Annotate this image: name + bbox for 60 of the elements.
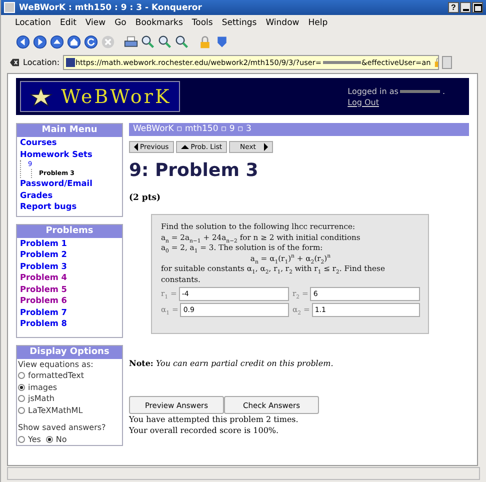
points-text: (2 pts) xyxy=(129,193,162,203)
menu-item[interactable]: Go xyxy=(114,18,126,28)
problem-link[interactable]: Problem 3 xyxy=(17,260,122,272)
zoom-out-icon[interactable] xyxy=(175,35,189,49)
menu-link[interactable]: Grades xyxy=(17,190,122,201)
problem-link[interactable]: Problem 2 xyxy=(17,249,122,260)
problem-link[interactable]: Problem 1 xyxy=(17,238,122,249)
menu-link[interactable]: Report bugs xyxy=(17,201,122,212)
period: . xyxy=(442,86,445,96)
logout-link[interactable]: Log Out xyxy=(348,98,445,106)
problem-link[interactable]: Problem 5 xyxy=(17,284,122,295)
logged-in-text: Logged in as xyxy=(348,86,398,96)
help-button[interactable]: ? xyxy=(448,2,459,13)
attempt-text: Your overall recorded score is 100%. xyxy=(129,425,280,436)
logo[interactable]: WeBWorK xyxy=(20,81,180,112)
home-icon[interactable] xyxy=(67,35,81,49)
zoom-in-icon[interactable] xyxy=(158,35,172,49)
radio-option[interactable]: formattedText xyxy=(17,370,122,382)
clear-icon[interactable] xyxy=(9,58,20,66)
reload-icon[interactable] xyxy=(84,35,98,49)
note-text: Note: You can earn partial credit on this problem. xyxy=(129,358,334,368)
breadcrumb-bar: WeBWorK ▫ mth150 ▫ 9 ▫ 3 xyxy=(129,123,469,136)
menu-item[interactable]: Bookmarks xyxy=(135,18,183,28)
problem-link[interactable]: Problem 7 xyxy=(17,306,122,318)
logo-text: WeBWorK xyxy=(61,86,172,108)
window-title: WeBWorK : mth150 : 9 : 3 - Konqueror xyxy=(19,2,203,12)
bookmark-icon[interactable] xyxy=(215,35,229,49)
radio-option[interactable]: images xyxy=(17,382,122,393)
zoom-icon[interactable] xyxy=(141,35,155,49)
radio-option[interactable]: LaTeXMathML xyxy=(17,404,122,416)
star-icon xyxy=(29,86,53,108)
panel-title: Main Menu xyxy=(17,124,122,137)
option-label: View equations as: xyxy=(17,358,94,370)
radio-option[interactable]: jsMath xyxy=(17,393,122,404)
panel-title: Problems xyxy=(17,224,122,238)
menu-item[interactable]: Window xyxy=(266,18,300,28)
attempt-text: You have attempted this problem 2 times. xyxy=(129,414,300,425)
problem-link[interactable]: Problem 4 xyxy=(17,272,122,284)
menu-item[interactable]: View xyxy=(85,18,106,28)
menu-item[interactable]: Location xyxy=(15,18,51,28)
menu-item[interactable]: Edit xyxy=(60,18,76,28)
problem-title: 9: Problem 3 xyxy=(129,159,260,183)
menu-link[interactable]: Courses xyxy=(17,137,122,148)
menu-link[interactable]: Password/Email xyxy=(17,178,122,190)
app-icon xyxy=(4,2,15,13)
problem-link[interactable]: Problem 8 xyxy=(17,318,122,330)
maximize-icon[interactable] xyxy=(472,2,483,13)
problem-link[interactable]: Problem 6 xyxy=(17,295,122,306)
menu-item[interactable]: Settings xyxy=(222,18,257,28)
option-label: Show saved answers? xyxy=(17,422,107,434)
panel-title: Display Options xyxy=(17,346,122,358)
radio-option[interactable]: No xyxy=(44,434,67,445)
location-label: Location: xyxy=(23,58,60,66)
menu-item[interactable]: Tools xyxy=(192,18,213,28)
minimize-icon[interactable] xyxy=(460,2,471,13)
menu-link[interactable]: Homework Sets xyxy=(17,148,122,160)
site-icon xyxy=(66,58,75,66)
menu-item[interactable]: Help xyxy=(308,18,328,28)
printer-icon[interactable] xyxy=(124,35,138,49)
radio-option[interactable]: Yes xyxy=(17,434,41,445)
